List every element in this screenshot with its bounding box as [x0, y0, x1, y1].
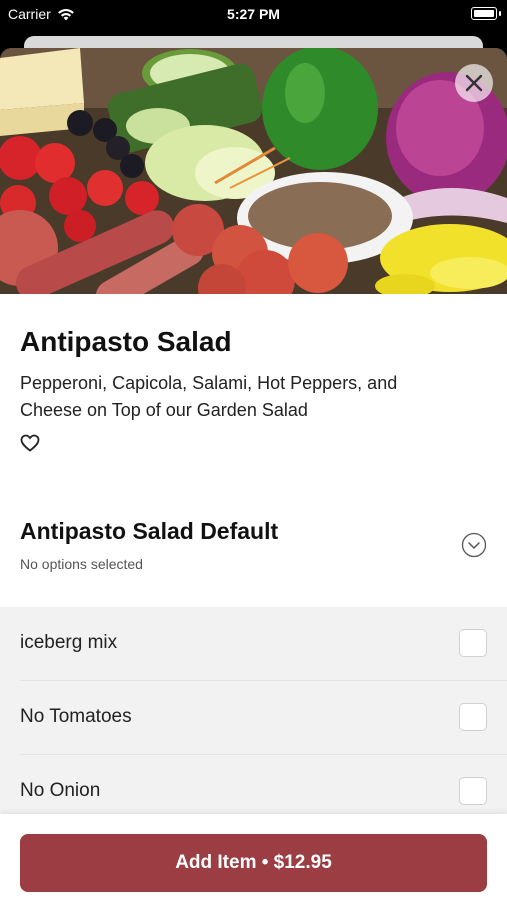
- close-icon: [465, 74, 483, 92]
- chevron-down-icon[interactable]: [461, 532, 487, 558]
- footer-bar: Add Item • $12.95: [0, 814, 507, 900]
- option-checkbox[interactable]: [459, 777, 487, 805]
- item-image: [0, 48, 507, 294]
- favorite-heart-icon[interactable]: [20, 434, 40, 452]
- option-label: No Onion: [20, 780, 101, 801]
- battery-cap: [499, 11, 501, 16]
- modifier-group-subtitle: No options selected: [20, 556, 143, 572]
- list-item[interactable]: No Tomatoes: [0, 681, 507, 755]
- option-label: No Tomatoes: [20, 706, 132, 727]
- item-detail-sheet: Antipasto Salad Pepperoni, Capicola, Sal…: [0, 48, 507, 900]
- item-description: Pepperoni, Capicola, Salami, Hot Peppers…: [20, 373, 398, 420]
- option-label: iceberg mix: [20, 632, 118, 653]
- status-time: 5:27 PM: [227, 6, 280, 22]
- option-checkbox[interactable]: [459, 629, 487, 657]
- salad-photo-icon: [0, 48, 507, 294]
- item-title: Antipasto Salad: [20, 326, 232, 357]
- list-item[interactable]: iceberg mix: [0, 607, 507, 681]
- status-bar: Carrier 5:27 PM: [0, 0, 507, 30]
- add-item-button[interactable]: Add Item • $12.95: [20, 834, 487, 892]
- modifier-options-list: iceberg mix No Tomatoes No Onion: [0, 607, 507, 827]
- battery-icon: [471, 7, 497, 20]
- modifier-group-title: Antipasto Salad Default: [20, 518, 279, 544]
- option-checkbox[interactable]: [459, 703, 487, 731]
- modifier-group-header[interactable]: Antipasto Salad Default No options selec…: [0, 508, 507, 608]
- close-button[interactable]: [455, 64, 493, 102]
